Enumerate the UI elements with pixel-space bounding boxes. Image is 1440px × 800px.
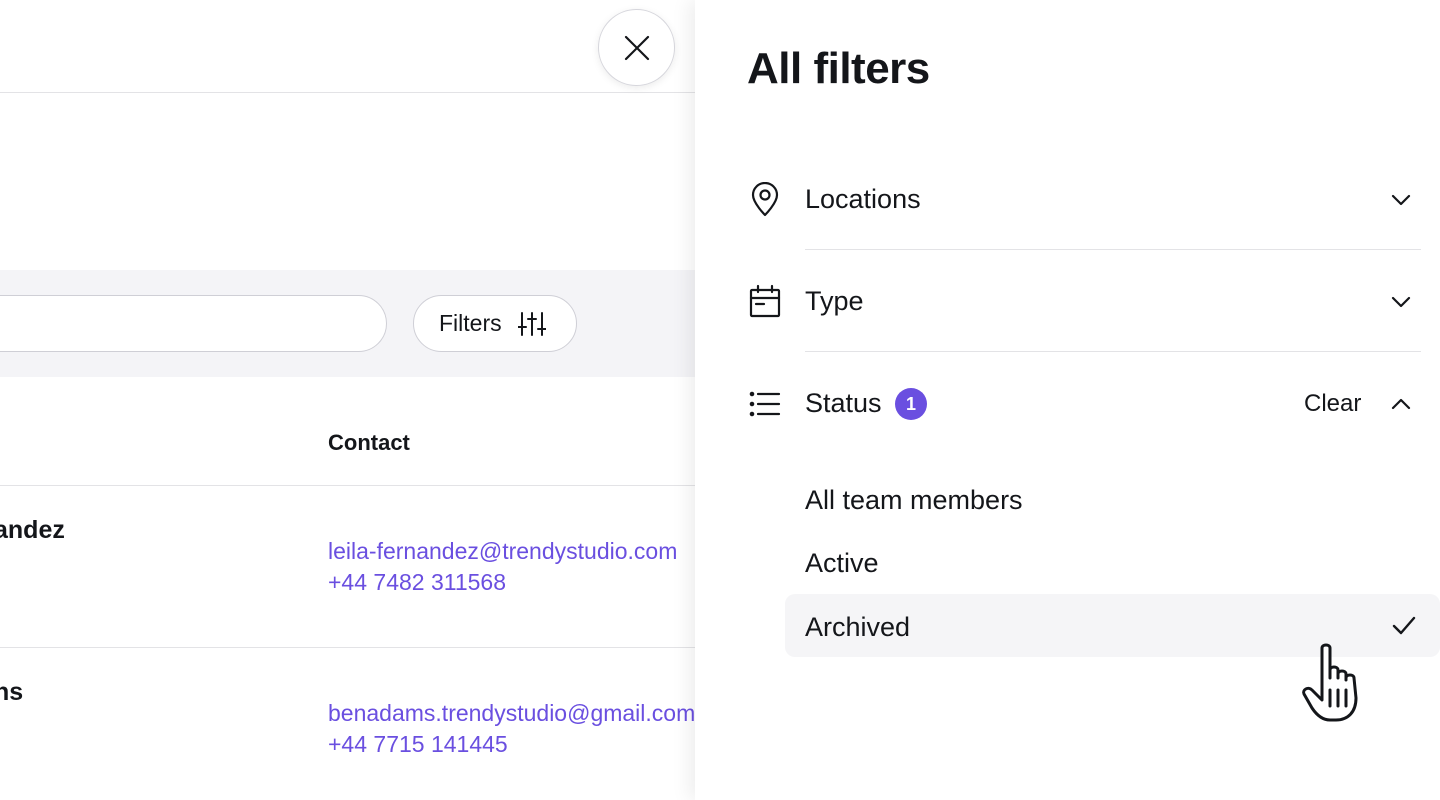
filters-button[interactable]: Filters (413, 295, 577, 352)
hand-cursor-icon (1302, 643, 1358, 722)
row-name: ns (0, 678, 24, 706)
table-row[interactable]: andez t leila-fernandez@trendystudio.com… (0, 485, 695, 647)
filters-button-label: Filters (439, 310, 502, 336)
clear-status-button[interactable]: Clear (1304, 390, 1361, 418)
background-topbar (0, 0, 695, 93)
checkmark-icon (1392, 616, 1416, 635)
filter-section-label: Status (805, 388, 882, 418)
close-icon (624, 35, 649, 60)
filter-section-locations[interactable]: Locations (695, 148, 1440, 250)
row-phone-link[interactable]: +44 7715 141445 (328, 731, 508, 758)
chevron-down-icon[interactable] (1389, 290, 1413, 314)
background-app: Filters Contact andez t leila-fernandez@… (0, 0, 695, 800)
chevron-up-icon[interactable] (1389, 392, 1413, 416)
status-option-all-team-members[interactable]: All team members (785, 467, 1440, 530)
row-email-link[interactable]: benadams.trendystudio@gmail.com (328, 700, 695, 727)
background-toolbar: Filters (0, 270, 695, 377)
page: Filters Contact andez t leila-fernandez@… (0, 0, 1440, 800)
row-name: andez (0, 516, 65, 544)
status-option-active[interactable]: Active (785, 530, 1440, 593)
contact-column-header: Contact (328, 430, 410, 455)
option-label: All team members (805, 485, 1023, 515)
status-count-badge: 1 (895, 388, 927, 420)
drawer-title: All filters (747, 44, 930, 93)
filter-section-type[interactable]: Type (695, 250, 1440, 352)
close-drawer-button[interactable] (598, 9, 675, 86)
option-label: Archived (805, 612, 911, 642)
table-row[interactable]: ns benadams.trendystudio@gmail.com +44 7… (0, 647, 695, 800)
filter-section-label: Locations (805, 184, 921, 214)
calendar-icon (749, 284, 781, 318)
filter-section-status[interactable]: Status 1 Clear (695, 352, 1440, 454)
list-icon (749, 391, 781, 417)
filter-section-label: Type (805, 286, 864, 316)
search-input[interactable] (0, 295, 387, 352)
row-phone-link[interactable]: +44 7482 311568 (328, 569, 506, 596)
option-label: Active (805, 548, 879, 578)
chevron-down-icon[interactable] (1389, 188, 1413, 212)
row-email-link[interactable]: leila-fernandez@trendystudio.com (328, 538, 677, 565)
sliders-icon (517, 311, 546, 336)
map-pin-icon (751, 182, 779, 217)
